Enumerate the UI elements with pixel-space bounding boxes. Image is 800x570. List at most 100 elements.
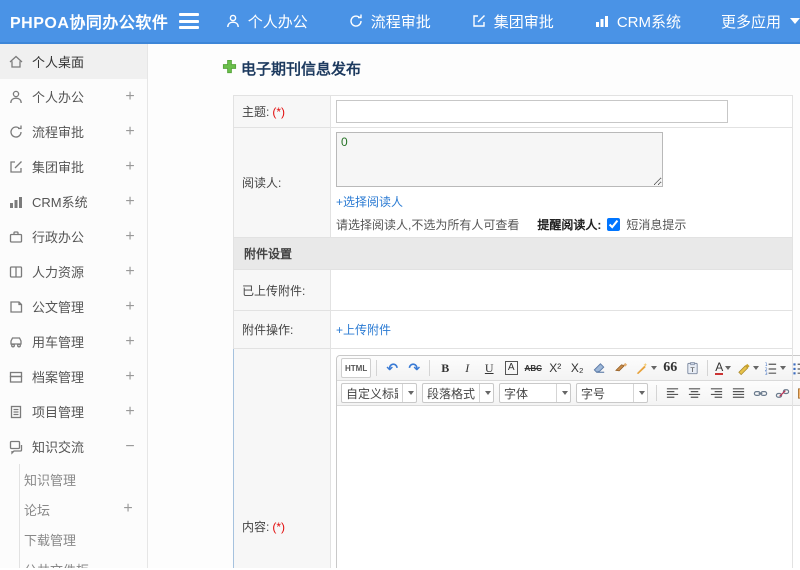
app-logo: PHPOA协同办公软件: [10, 15, 169, 32]
expand-plus[interactable]: +: [123, 88, 137, 106]
sidebar-item-archive-management[interactable]: 档案管理 +: [0, 359, 147, 394]
expand-plus[interactable]: +: [123, 228, 137, 246]
auto-typeset-icon[interactable]: [633, 358, 658, 378]
blockquote-button[interactable]: 66: [660, 358, 680, 378]
highlight-color-icon[interactable]: [735, 358, 760, 378]
expand-plus[interactable]: +: [123, 123, 137, 141]
bold-button[interactable]: B: [435, 358, 455, 378]
subscript-button[interactable]: X₂: [567, 358, 587, 378]
align-justify-icon[interactable]: [728, 383, 748, 403]
attachment-operation-label: 附件操作:: [242, 323, 294, 337]
paragraph-format-select[interactable]: 段落格式: [422, 383, 494, 403]
caret-down-icon: [561, 391, 568, 395]
redo-button[interactable]: ↷: [404, 358, 424, 378]
sidebar-item-knowledge-exchange[interactable]: 知识交流 −: [0, 429, 147, 464]
hamburger-menu-icon[interactable]: [178, 13, 199, 29]
content-label-cell: 内容: (*): [233, 348, 331, 568]
bar-chart-icon: [594, 13, 610, 29]
briefcase-icon: [8, 229, 24, 245]
caret-down-icon: [651, 366, 658, 370]
undo-button[interactable]: ↶: [382, 358, 402, 378]
insert-image-icon[interactable]: [794, 383, 800, 403]
sidebar-subitem-download-management[interactable]: 下载管理: [20, 524, 147, 554]
nav-personal-office[interactable]: 个人办公: [225, 11, 308, 32]
sidebar-item-document-management[interactable]: 公文管理 +: [0, 289, 147, 324]
source-code-button[interactable]: HTML: [341, 358, 372, 378]
sms-notify-checkbox[interactable]: [607, 218, 621, 231]
document-icon: [8, 299, 24, 315]
expand-plus[interactable]: +: [123, 158, 137, 176]
sidebar: 个人桌面 个人办公 + 流程审批 + 集团审批 + CRM系统 + 行政办公 +…: [0, 44, 148, 568]
editor-toolbar-row1: HTML ↶ ↷ B I U A ABC X² X₂ 66 T A 1 2 3: [337, 356, 800, 381]
char-border-button[interactable]: A: [501, 358, 521, 378]
font-family-select[interactable]: 字体: [499, 383, 571, 403]
subject-row: 主题: (*): [233, 95, 793, 128]
editor-content-area[interactable]: [337, 406, 800, 568]
chat-stack-icon: [8, 439, 24, 455]
sidebar-item-personal-office[interactable]: 个人办公 +: [0, 79, 147, 114]
unordered-list-icon[interactable]: [789, 358, 800, 378]
format-painter-icon[interactable]: [611, 358, 631, 378]
sync-icon: [8, 124, 24, 140]
readers-hint: 请选择阅读人,不选为所有人可查看: [336, 218, 520, 232]
eraser-icon[interactable]: [589, 358, 609, 378]
sidebar-item-project-management[interactable]: 项目管理 +: [0, 394, 147, 429]
nav-workflow-approval[interactable]: 流程审批: [348, 11, 431, 32]
superscript-button[interactable]: X²: [545, 358, 565, 378]
sidebar-subitem-public-file-cabinet[interactable]: 公共文件柜: [20, 554, 147, 569]
strikethrough-button[interactable]: ABC: [523, 358, 543, 378]
expand-plus[interactable]: +: [123, 368, 137, 386]
nav-crm-system[interactable]: CRM系统: [594, 11, 681, 32]
knowledge-exchange-submenu: 知识管理 论坛 + 下载管理 公共文件柜: [19, 464, 147, 568]
align-right-icon[interactable]: [706, 383, 726, 403]
font-color-button[interactable]: A: [713, 358, 733, 378]
readers-textarea[interactable]: [336, 132, 663, 187]
required-mark: (*): [272, 105, 286, 119]
paste-text-icon[interactable]: T: [682, 358, 702, 378]
subject-input[interactable]: [336, 100, 728, 123]
link-icon[interactable]: [750, 383, 770, 403]
caret-down-icon: [638, 391, 645, 395]
expand-plus[interactable]: +: [123, 298, 137, 316]
expand-minus[interactable]: −: [123, 438, 137, 456]
underline-button[interactable]: U: [479, 358, 499, 378]
expand-plus[interactable]: +: [123, 333, 137, 351]
sidebar-item-personal-desktop[interactable]: 个人桌面: [0, 44, 147, 79]
align-center-icon[interactable]: [684, 383, 704, 403]
custom-title-select[interactable]: 自定义标题: [341, 383, 417, 403]
sidebar-item-group-approval[interactable]: 集团审批 +: [0, 149, 147, 184]
top-navigation: 个人办公 流程审批 集团审批 CRM系统 更多应用: [225, 11, 800, 32]
sidebar-item-crm-system[interactable]: CRM系统 +: [0, 184, 147, 219]
nav-more-apps[interactable]: 更多应用: [721, 11, 800, 32]
attachment-section-title: 附件设置: [233, 237, 793, 270]
readers-label: 阅读人:: [242, 176, 282, 190]
sidebar-item-vehicle-management[interactable]: 用车管理 +: [0, 324, 147, 359]
select-readers-link[interactable]: +选择阅读人: [336, 193, 403, 210]
sms-notify-label: 短消息提示: [626, 218, 687, 232]
sidebar-item-human-resources[interactable]: 人力资源 +: [0, 254, 147, 289]
caret-down-icon: [725, 366, 732, 370]
sync-icon: [348, 13, 364, 29]
expand-plus[interactable]: +: [121, 500, 135, 518]
sidebar-item-admin-office[interactable]: 行政办公 +: [0, 219, 147, 254]
align-left-icon[interactable]: [662, 383, 682, 403]
expand-plus[interactable]: +: [123, 193, 137, 211]
plus-icon: [222, 59, 237, 78]
sidebar-item-workflow-approval[interactable]: 流程审批 +: [0, 114, 147, 149]
edit-icon: [8, 159, 24, 175]
nav-group-approval[interactable]: 集团审批: [471, 11, 554, 32]
unlink-icon[interactable]: [772, 383, 792, 403]
expand-plus[interactable]: +: [123, 263, 137, 281]
font-size-select[interactable]: 字号: [576, 383, 648, 403]
ordered-list-icon[interactable]: 123: [762, 358, 787, 378]
content-label: 内容:: [242, 520, 270, 534]
attachment-section-bar: 附件设置: [233, 237, 793, 270]
upload-attachment-link[interactable]: +上传附件: [336, 321, 391, 338]
page-title: 电子期刊信息发布: [222, 58, 800, 79]
attachop-label-cell: 附件操作:: [233, 310, 331, 349]
sidebar-subitem-knowledge-management[interactable]: 知识管理: [20, 464, 147, 494]
italic-button[interactable]: I: [457, 358, 477, 378]
sidebar-subitem-forum[interactable]: 论坛 +: [20, 494, 147, 524]
svg-text:3: 3: [765, 371, 768, 376]
expand-plus[interactable]: +: [123, 403, 137, 421]
